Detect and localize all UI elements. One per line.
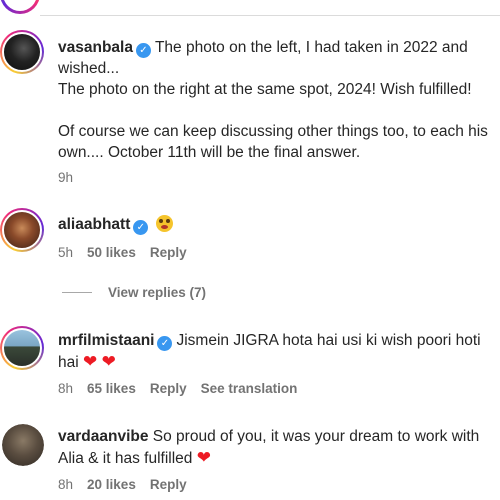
avatar[interactable] <box>0 0 40 14</box>
username[interactable]: vasanbala <box>58 39 133 56</box>
flushed-face-emoji-icon <box>156 215 174 232</box>
comment-text: mrfilmistaani ✓ Jismein JIGRA hota hai usi… <box>58 330 496 373</box>
view-replies-label: View replies (7) <box>108 285 207 300</box>
comment-text: aliaabhatt ✓ <box>58 214 496 235</box>
comment-line: own.... October 11th will be the final a… <box>58 144 361 161</box>
comment-line: Jismein JIGRA hota hai usi ki wish poori… <box>176 332 481 349</box>
comment-line: Alia & it has fulfilled <box>58 450 193 467</box>
comment-line: The photo on the left, I had taken in 20… <box>154 39 468 56</box>
avatar[interactable] <box>2 424 44 466</box>
reply-button[interactable]: Reply <box>150 477 187 492</box>
comment-line: wished... <box>58 60 120 77</box>
replies-line <box>62 292 92 293</box>
likes-count[interactable]: 65 likes <box>87 381 136 396</box>
timestamp: 5h <box>58 245 74 260</box>
divider <box>40 15 500 16</box>
timestamp: 8h <box>58 381 74 396</box>
heart-emoji-icon: ❤ <box>196 448 211 467</box>
verified-badge-icon: ✓ <box>133 220 149 235</box>
see-translation-button[interactable]: See translation <box>201 381 298 396</box>
comment-line: hai <box>58 354 79 371</box>
verified-badge-icon: ✓ <box>157 336 173 351</box>
timestamp: 8h <box>58 477 74 492</box>
reply-button[interactable]: Reply <box>150 381 187 396</box>
avatar[interactable] <box>0 30 44 74</box>
comment-text: vasanbala ✓ The photo on the left, I had t… <box>58 37 496 163</box>
verified-badge-icon: ✓ <box>135 43 151 58</box>
comment-meta: 8h 65 likes Reply See translation <box>58 381 297 396</box>
reply-button[interactable]: Reply <box>150 245 187 260</box>
view-replies-button[interactable]: View replies (7) <box>62 285 206 300</box>
likes-count[interactable]: 20 likes <box>87 477 136 492</box>
likes-count[interactable]: 50 likes <box>87 245 136 260</box>
heart-emoji-icon: ❤ <box>101 352 116 371</box>
comment-text: vardaanvibe So proud of you, it was your… <box>58 426 496 469</box>
comment-line: The photo on the right at the same spot,… <box>58 81 472 98</box>
comment-meta: 9h <box>58 170 73 185</box>
avatar[interactable] <box>0 208 44 252</box>
comment-line: Of course we can keep discussing other t… <box>58 123 488 140</box>
username[interactable]: vardaanvibe <box>58 428 148 445</box>
comment-meta: 8h 20 likes Reply <box>58 477 187 492</box>
username[interactable]: mrfilmistaani <box>58 332 154 349</box>
heart-emoji-icon: ❤ <box>83 352 98 371</box>
previous-comment-edge <box>0 0 500 18</box>
avatar[interactable] <box>0 326 44 370</box>
comment-line: So proud of you, it was your dream to wo… <box>152 428 480 445</box>
username[interactable]: aliaabhatt <box>58 216 130 233</box>
comment-meta: 5h 50 likes Reply <box>58 245 187 260</box>
timestamp: 9h <box>58 170 74 185</box>
